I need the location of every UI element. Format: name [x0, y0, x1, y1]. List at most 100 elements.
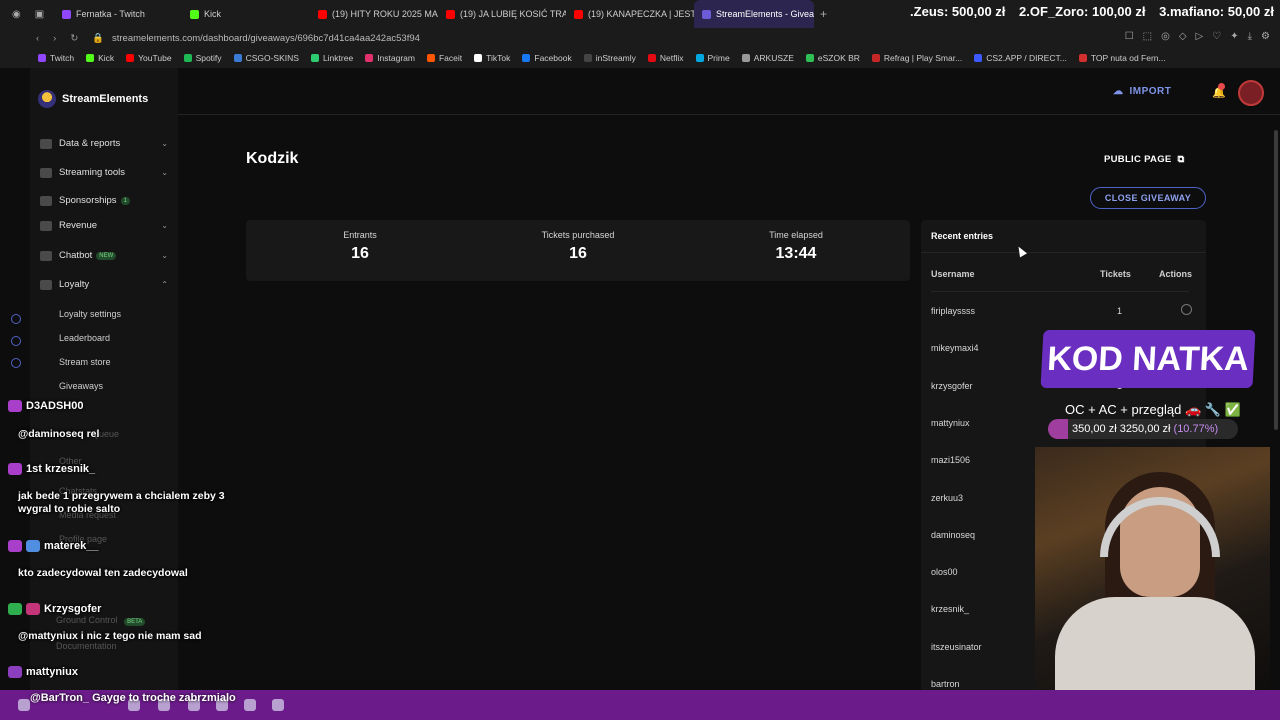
sidebar-item-chatbot[interactable]: Chatbot NEW ⌄ — [40, 250, 168, 261]
bookmark-item[interactable]: Prime — [695, 53, 730, 63]
bookmark-item[interactable]: Facebook — [522, 53, 572, 63]
public-page-link[interactable]: PUBLIC PAGE ⧉ — [1104, 154, 1185, 165]
back-icon[interactable]: ‹ — [36, 33, 39, 44]
bookmarks-bar: Twitch Kick YouTube Spotify CSGO-SKINS Linktr… — [0, 48, 1280, 68]
import-button[interactable]: ☁ IMPORT — [1113, 86, 1171, 97]
sidebar-item-streaming-tools[interactable]: Streaming tools ⌄ — [40, 167, 168, 178]
bookmark-item[interactable]: Twitch — [38, 53, 74, 63]
donation-2: 2.OF_Zoro: 100,00 zł — [1019, 4, 1146, 19]
bookmark-item[interactable]: CS2.APP / DIRECT... — [974, 53, 1067, 63]
reload-icon[interactable]: ↻ — [70, 33, 78, 44]
tab-streamelements[interactable]: StreamElements - Giveaw — [694, 0, 814, 28]
sidebar-item-documentation[interactable]: Documentation — [56, 641, 117, 651]
bookmark-item[interactable]: inStreamly — [583, 53, 636, 63]
goal-text: 350,00 zł 3250,00 zł (10.77%) — [1072, 423, 1219, 435]
screenshot-icon[interactable]: ⬚ — [1143, 31, 1152, 42]
close-giveaway-button[interactable]: CLOSE GIVEAWAY — [1090, 187, 1206, 209]
download-icon[interactable]: ⤓ — [1248, 31, 1252, 42]
url-field[interactable]: streamelements.com/dashboard/giveaways/6… — [112, 33, 420, 44]
chat-user-2: 1st krzesnik_ — [8, 463, 95, 476]
entry-tickets: 1 — [1117, 306, 1123, 316]
bookmark-item[interactable]: Linktree — [310, 53, 353, 63]
bookmark-favicon-icon — [974, 54, 983, 62]
bookmark-item[interactable]: Spotify — [183, 53, 222, 63]
webcam-feed — [1035, 447, 1270, 697]
youtube-icon — [446, 9, 455, 19]
stat-entrants: Entrants 16 — [343, 230, 377, 262]
bookmark-favicon-icon — [474, 54, 483, 62]
bookmark-favicon-icon — [426, 54, 435, 62]
windows-icon[interactable] — [18, 699, 30, 711]
bookmark-item[interactable]: CSGO-SKINS — [233, 53, 299, 63]
play-icon[interactable]: ▷ — [1196, 31, 1204, 42]
brand[interactable]: StreamElements — [38, 90, 148, 108]
divider — [921, 252, 1206, 253]
scrollbar[interactable] — [1274, 130, 1278, 430]
bookmark-item[interactable]: Faceit — [426, 53, 462, 63]
bookmark-item[interactable]: TOP nuta od Fern... — [1078, 53, 1166, 63]
left-rail — [0, 68, 30, 690]
address-bar: ‹ › ↻ 🔒 streamelements.com/dashboard/giv… — [0, 28, 1280, 48]
bookmark-item[interactable]: Netflix — [647, 53, 684, 63]
bookmark-item[interactable]: Kick — [86, 53, 114, 63]
tab-kick[interactable]: Kick — [182, 0, 310, 28]
tab-youtube-3[interactable]: (19) KANAPECZKA | JEST — [566, 0, 694, 28]
gear-icon[interactable] — [11, 358, 21, 368]
entry-username: mikeymaxi4 — [931, 343, 979, 354]
donation-leaderboard: .Zeus: 500,00 zł 2.OF_Zoro: 100,00 zł 3.… — [900, 4, 1274, 19]
sidebar-item-ground-control[interactable]: Ground Control BETA — [56, 615, 146, 626]
bookmark-favicon-icon — [86, 54, 95, 62]
notifications-bell-icon[interactable]: 🔔 — [1212, 83, 1226, 99]
bookmark-item[interactable]: YouTube — [126, 53, 172, 63]
sidebar-item-revenue[interactable]: Revenue ⌄ — [40, 220, 168, 231]
chat-message-5: @BarTron_ Gayge to troche zabrzmialo — [30, 692, 236, 704]
chat-user-1: D3ADSH00 — [8, 400, 83, 413]
tab-twitch[interactable]: Fernatka - Twitch — [54, 0, 182, 28]
tab-youtube-1[interactable]: (19) HITY ROKU 2025 MA — [310, 0, 438, 28]
sub-badge-icon — [8, 666, 22, 679]
app-icon[interactable] — [244, 699, 256, 711]
sidebar-item-loyalty-settings[interactable]: Loyalty settings — [59, 309, 121, 319]
sidebar-item-data-reports[interactable]: Data & reports ⌄ — [40, 138, 168, 149]
sidebar-item-leaderboard[interactable]: Leaderboard — [59, 333, 110, 343]
shield-icon[interactable]: ◎ — [1161, 31, 1170, 42]
remove-entry-icon[interactable] — [1181, 304, 1192, 315]
menu-icon[interactable]: ◉ — [12, 9, 21, 20]
bookmark-item[interactable]: ARKUSZE — [741, 53, 794, 63]
tab-overview-icon[interactable]: ▣ — [35, 9, 44, 20]
youtube-icon — [318, 9, 327, 19]
extensions-icon[interactable]: ✦ — [1230, 31, 1238, 42]
bookmark-icon[interactable]: ☐ — [1125, 31, 1134, 42]
chat-message-1: @daminoseq rel — [18, 428, 100, 440]
trophy-icon — [40, 279, 52, 290]
avatar[interactable] — [1238, 80, 1264, 106]
entry-username: itszeusinator — [931, 641, 982, 652]
bookmark-item[interactable]: eSZOK BR — [805, 53, 860, 63]
home-icon[interactable] — [11, 336, 21, 346]
bookmark-item[interactable]: Refrag | Play Smar... — [871, 53, 962, 63]
chat-message-2: jak bede 1 przegrywem a chcialem zeby 3 … — [18, 490, 225, 515]
column-username[interactable]: Username — [931, 269, 975, 279]
bookmark-item[interactable]: TikTok — [474, 53, 510, 63]
sidebar-item-giveaways[interactable]: Giveaways — [59, 381, 103, 391]
entry-username: krzysgofer — [931, 380, 973, 391]
heart-icon[interactable]: ♡ — [1212, 31, 1221, 42]
sidebar-item-stream-store[interactable]: Stream store — [59, 357, 111, 367]
history-icon[interactable] — [11, 314, 21, 324]
tab-youtube-2[interactable]: (19) JA LUBIĘ KOSIĆ TRA — [438, 0, 566, 28]
sub-badge-icon — [8, 540, 22, 553]
new-tab-button[interactable]: + — [814, 7, 833, 21]
sidebar-item-loyalty[interactable]: Loyalty ⌃ — [40, 279, 168, 290]
sidebar-item-sponsorships[interactable]: Sponsorships 1 — [40, 195, 168, 206]
bookmark-item[interactable]: Instagram — [365, 53, 415, 63]
lock-icon: 🔒 — [92, 32, 105, 44]
steam-icon[interactable] — [272, 699, 284, 711]
pin-icon[interactable]: ◇ — [1179, 31, 1187, 42]
column-tickets[interactable]: Tickets — [1100, 269, 1131, 279]
chat-user-3: materek__ — [8, 540, 98, 553]
crown-icon — [26, 540, 40, 553]
forward-icon[interactable]: › — [53, 33, 56, 44]
settings-icon[interactable]: ⚙ — [1261, 31, 1270, 42]
chevron-down-icon: ⌄ — [161, 251, 168, 260]
goal-label: OC + AC + przegląd 🚗 🔧 ✅ — [1065, 402, 1241, 417]
